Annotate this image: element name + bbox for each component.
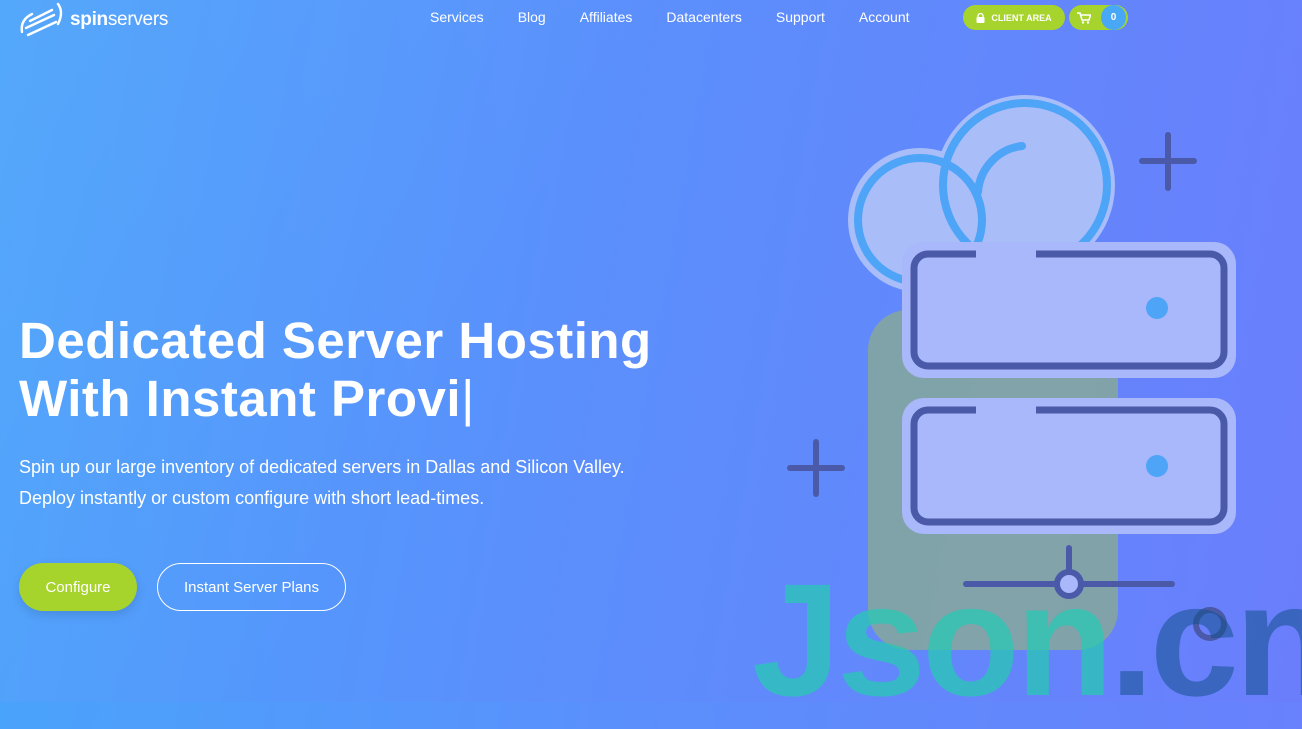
nav-affiliates[interactable]: Affiliates	[580, 9, 633, 25]
plus-icon	[1139, 132, 1197, 191]
hero-title-line2: With Instant Provi	[19, 370, 462, 427]
main-nav: Services Blog Affiliates Datacenters Sup…	[430, 9, 944, 25]
instant-server-plans-button[interactable]: Instant Server Plans	[157, 563, 346, 611]
logo-wordmark: spinservers	[70, 9, 169, 30]
shopping-cart-icon	[1069, 11, 1099, 24]
cart-button[interactable]: 0	[1069, 5, 1128, 30]
nav-services[interactable]: Services	[430, 9, 484, 25]
nav-blog[interactable]: Blog	[518, 9, 546, 25]
ring-icon	[1193, 607, 1227, 641]
cloud-server-illustration	[787, 95, 1236, 650]
server-unit-bottom	[902, 398, 1236, 534]
hero-title-line1: Dedicated Server Hosting	[19, 312, 652, 369]
server-stack-icon	[20, 2, 63, 37]
logo[interactable]: spinservers	[18, 2, 168, 38]
lock-icon	[976, 12, 985, 23]
client-area-label: CLIENT AREA	[991, 12, 1052, 23]
hero-title: Dedicated Server Hosting With Instant Pr…	[19, 312, 652, 428]
hero-subtitle-line1: Spin up our large inventory of dedicated…	[19, 457, 625, 477]
configure-button[interactable]: Configure	[19, 563, 137, 611]
nav-support[interactable]: Support	[776, 9, 825, 25]
hero-subtitle: Spin up our large inventory of dedicated…	[19, 452, 719, 514]
typing-cursor: |	[461, 370, 475, 427]
server-unit-top	[902, 242, 1236, 378]
nav-datacenters[interactable]: Datacenters	[666, 9, 741, 25]
nav-account[interactable]: Account	[859, 9, 910, 25]
client-area-button[interactable]: CLIENT AREA	[963, 5, 1065, 30]
plus-icon	[787, 439, 845, 497]
hero-subtitle-line2: Deploy instantly or custom configure wit…	[19, 488, 485, 508]
cart-count-badge: 0	[1101, 5, 1126, 30]
